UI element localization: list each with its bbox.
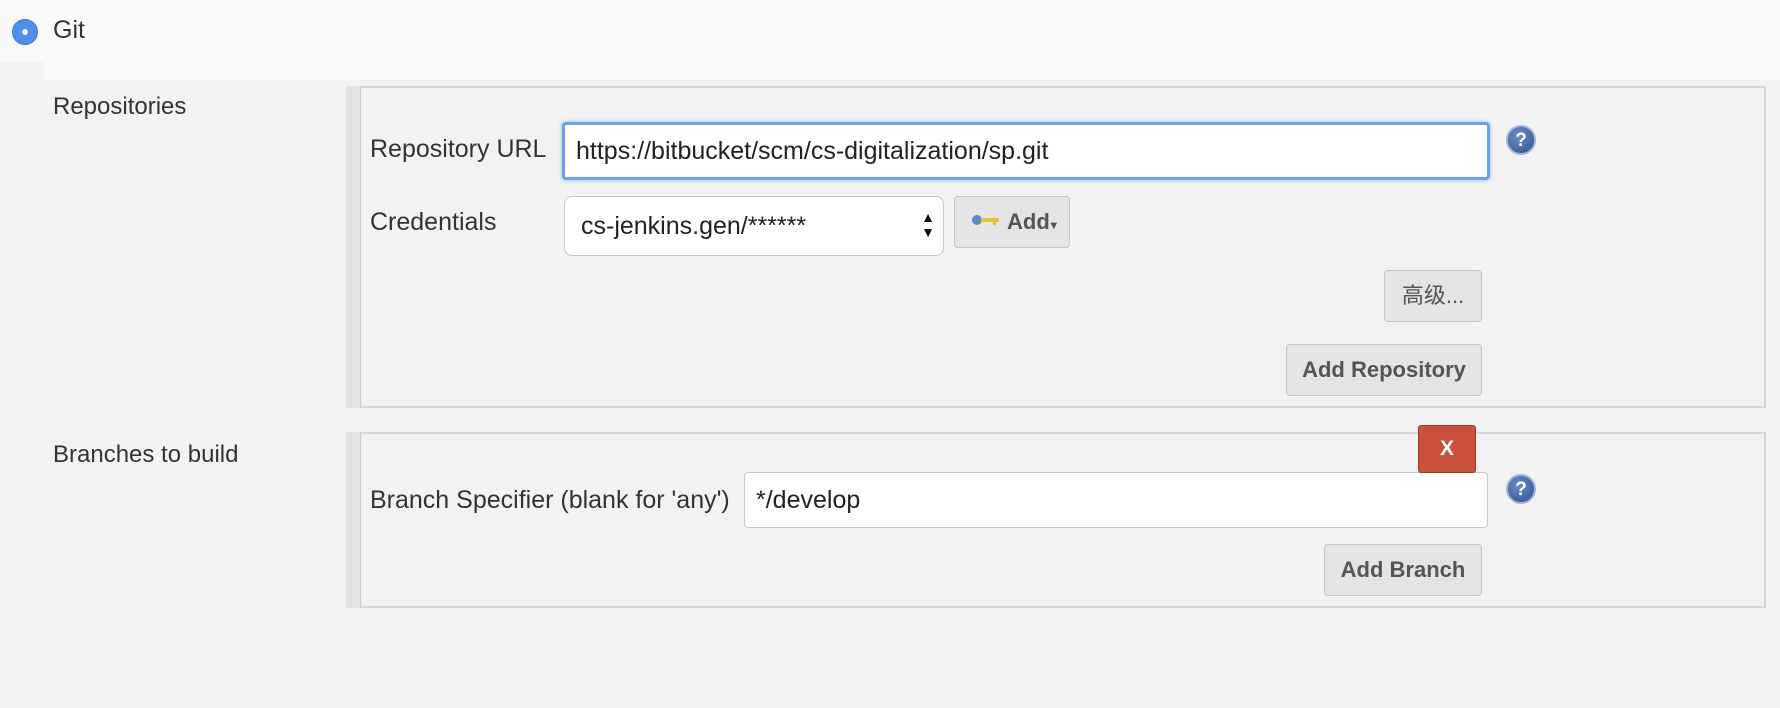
credentials-label: Credentials [370, 208, 497, 236]
add-repository-button[interactable]: Add Repository [1286, 344, 1482, 396]
repositories-label: Repositories [53, 93, 187, 120]
help-icon[interactable]: ? [1506, 125, 1536, 155]
repository-url-input[interactable] [562, 122, 1490, 180]
add-credentials-button[interactable]: Add▾ [954, 196, 1070, 248]
add-branch-button[interactable]: Add Branch [1324, 544, 1482, 596]
add-credentials-label: Add [1007, 209, 1050, 234]
radio-selected-dot [22, 29, 28, 35]
advanced-button[interactable]: 高级... [1384, 270, 1482, 322]
repository-url-label: Repository URL [370, 135, 547, 163]
help-icon[interactable]: ? [1506, 474, 1536, 504]
header-band [44, 62, 1780, 80]
chevron-down-icon: ▾ [1050, 218, 1057, 232]
scm-git-option[interactable]: Git [0, 0, 1780, 62]
repository-panel: Repository URL ? Credentials cs-jenkins.… [346, 86, 1766, 408]
credentials-selected-value: cs-jenkins.gen/****** [581, 212, 807, 240]
delete-branch-button[interactable]: X [1418, 425, 1476, 473]
branches-to-build-label: Branches to build [53, 441, 239, 468]
header-gap [0, 62, 44, 80]
git-option-label: Git [53, 16, 85, 44]
git-radio-button[interactable] [12, 19, 38, 45]
dropdown-arrow-icon: ▲ ▼ [921, 209, 935, 240]
branch-panel: Branch Specifier (blank for 'any') ? Add… [346, 432, 1766, 608]
branch-specifier-label: Branch Specifier (blank for 'any') [370, 486, 730, 514]
key-icon [972, 215, 999, 225]
branch-specifier-input[interactable] [744, 472, 1488, 528]
credentials-select[interactable]: cs-jenkins.gen/****** ▲ ▼ [564, 196, 944, 256]
